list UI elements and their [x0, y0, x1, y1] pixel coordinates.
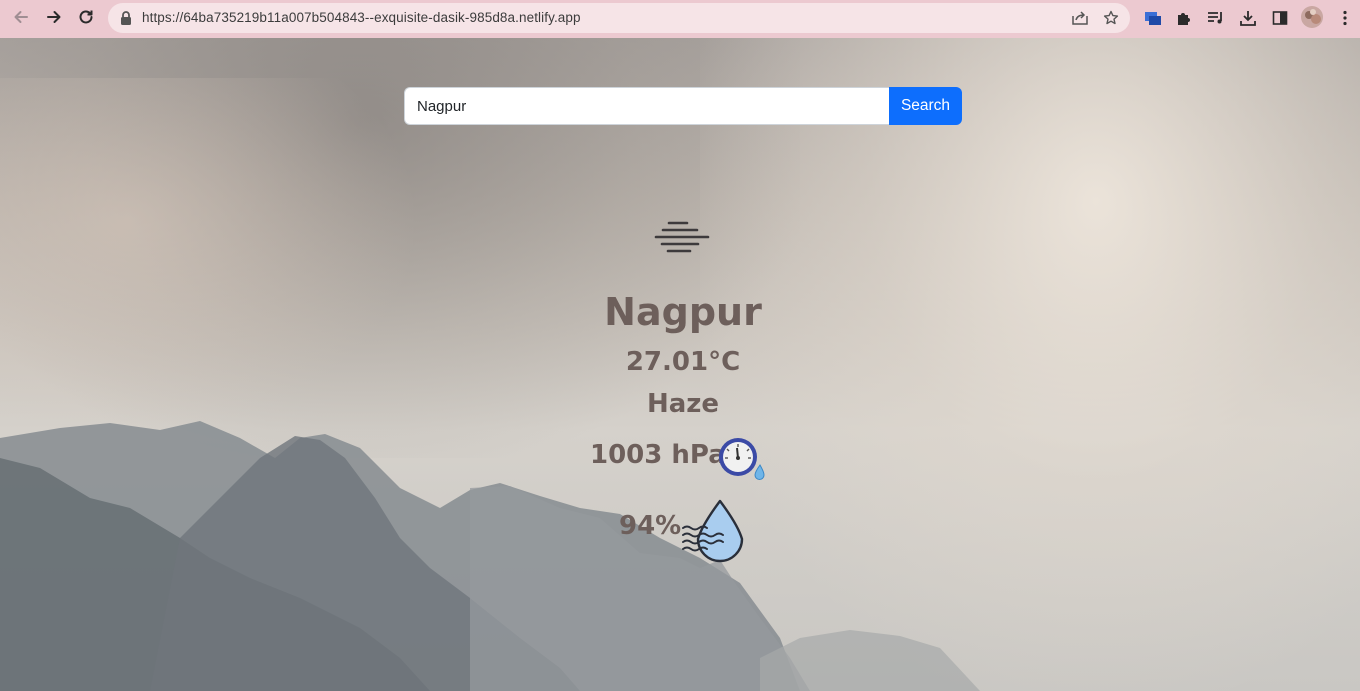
page-content: Search Nagpur 27.01°C Haze 1003 hPa	[0, 38, 1360, 691]
search-input[interactable]	[404, 87, 889, 125]
back-icon[interactable]	[7, 3, 35, 31]
humidity-drop-icon	[680, 498, 748, 564]
puzzle-extensions-icon[interactable]	[1174, 8, 1194, 28]
search-button[interactable]: Search	[889, 87, 962, 125]
url-text[interactable]: https://64ba735219b11a007b504843--exquis…	[142, 10, 581, 25]
share-icon[interactable]	[1071, 10, 1088, 26]
extension-app-icon[interactable]	[1143, 8, 1163, 28]
more-menu-icon[interactable]	[1335, 8, 1355, 28]
city-name: Nagpur	[604, 290, 762, 334]
search-form: Search	[404, 87, 962, 125]
browser-toolbar: https://64ba735219b11a007b504843--exquis…	[0, 0, 1360, 38]
address-bar[interactable]: https://64ba735219b11a007b504843--exquis…	[108, 3, 1130, 33]
side-panel-icon[interactable]	[1270, 8, 1290, 28]
temperature: 27.01°C	[625, 347, 741, 377]
haze-icon	[652, 218, 714, 258]
profile-avatar[interactable]	[1300, 5, 1324, 29]
reload-icon[interactable]	[72, 3, 100, 31]
humidity-value: 94%	[619, 511, 682, 541]
forward-icon[interactable]	[40, 3, 68, 31]
weather-condition: Haze	[646, 389, 720, 419]
pressure-value: 1003 hPa	[590, 440, 726, 470]
lock-icon[interactable]	[119, 10, 135, 26]
media-queue-icon[interactable]	[1206, 8, 1226, 28]
barometer-icon	[713, 434, 769, 484]
bookmark-star-icon[interactable]	[1103, 10, 1119, 26]
download-icon[interactable]	[1238, 8, 1258, 28]
